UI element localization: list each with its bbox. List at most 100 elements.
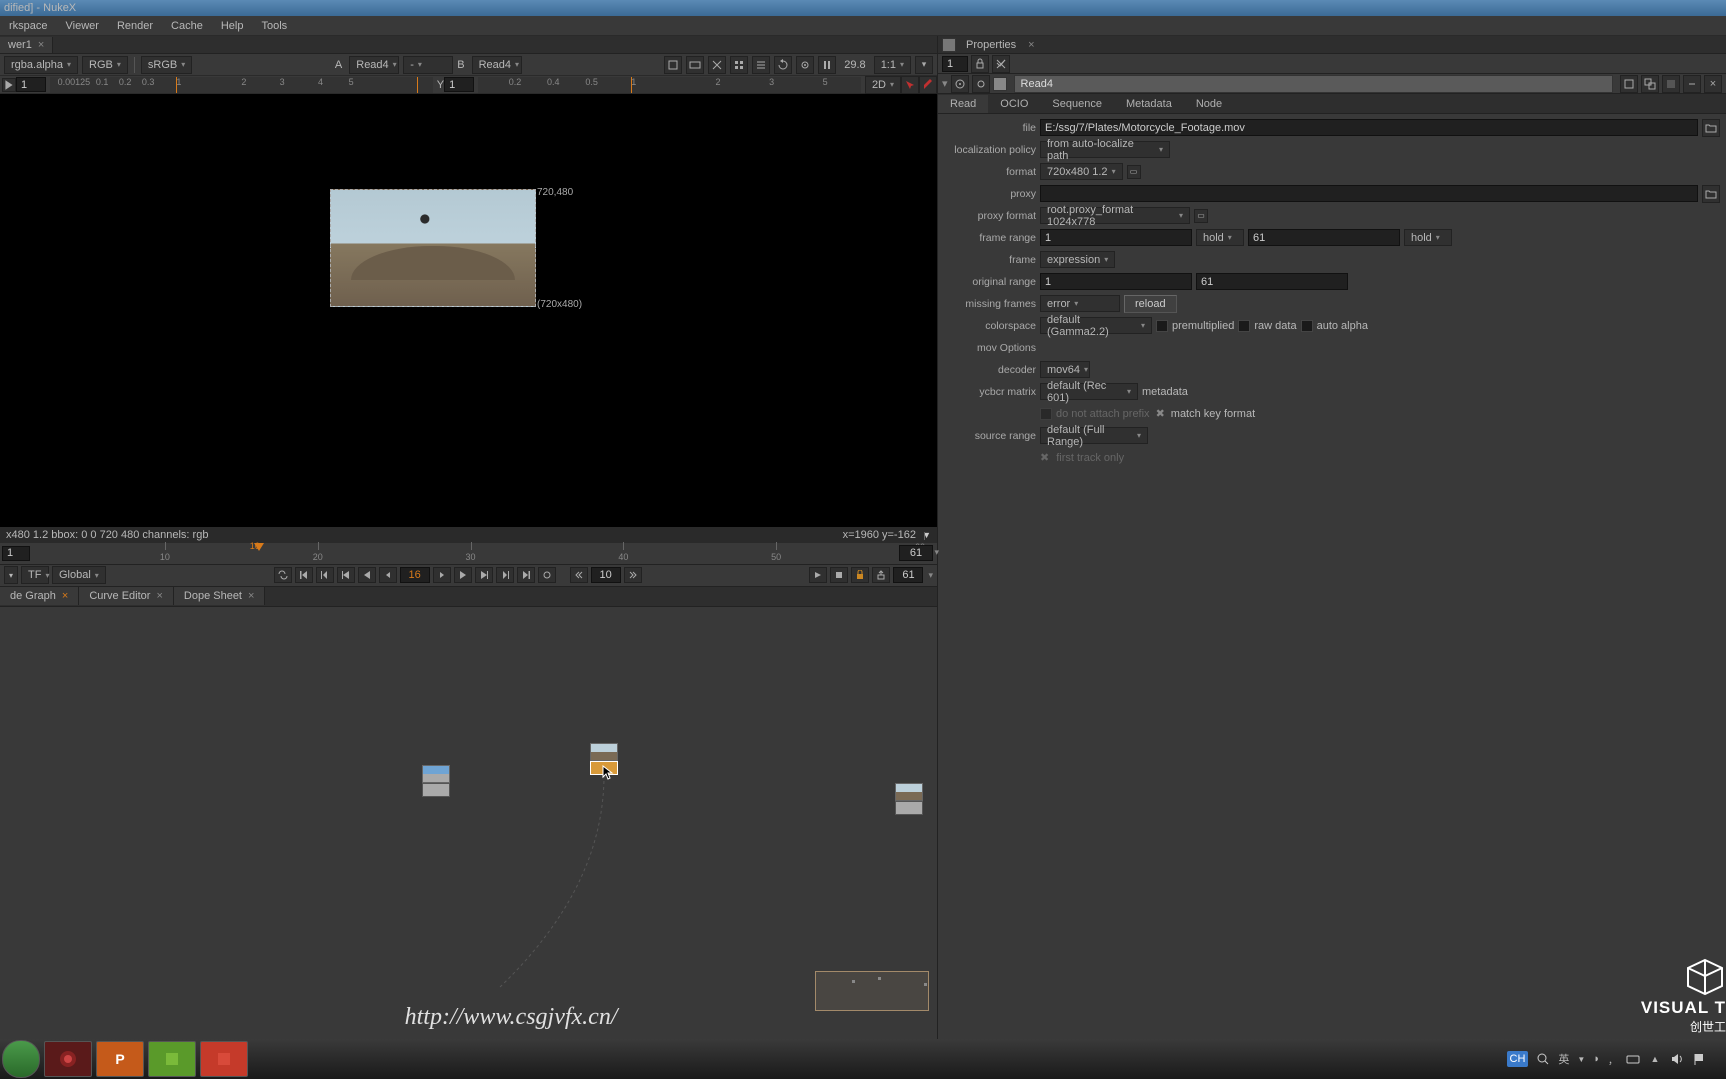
tab-curve-editor[interactable]: Curve Editor× xyxy=(79,587,174,605)
close-icon[interactable]: × xyxy=(38,39,44,51)
global-select[interactable]: Global▾ xyxy=(52,566,106,584)
ime-lang[interactable]: 英 xyxy=(1558,1051,1569,1067)
frame-last-field[interactable] xyxy=(1248,229,1400,246)
tray-blank-icon[interactable] xyxy=(1714,1052,1718,1066)
tab-ocio[interactable]: OCIO xyxy=(988,95,1040,113)
magnifier-icon[interactable] xyxy=(1536,1052,1550,1066)
proxy-format-select[interactable]: root.proxy_format 1024x778▾ xyxy=(1040,207,1190,224)
file-browse-button[interactable] xyxy=(1702,119,1720,137)
task-app-3[interactable] xyxy=(148,1041,196,1077)
menu-viewer[interactable]: Viewer xyxy=(57,17,108,35)
ime-arrow-icon[interactable]: ▼ xyxy=(1577,1055,1585,1064)
close-icon[interactable]: × xyxy=(62,590,68,602)
timeline-menu-icon[interactable]: ▾ xyxy=(934,547,939,558)
lines-button[interactable] xyxy=(752,56,770,74)
play-back-button[interactable] xyxy=(358,567,376,583)
premult-checkbox[interactable] xyxy=(1156,320,1168,332)
flag-icon[interactable] xyxy=(1692,1052,1706,1066)
next-key-button[interactable] xyxy=(496,567,514,583)
step-fwd-button[interactable] xyxy=(475,567,493,583)
lut-select[interactable]: sRGB▾ xyxy=(141,56,192,74)
orig-last-field[interactable] xyxy=(1196,273,1348,290)
roi-button[interactable] xyxy=(730,56,748,74)
skip-back-button[interactable] xyxy=(570,567,588,583)
step-field[interactable]: 10 xyxy=(591,567,621,583)
gamma-ruler[interactable]: 0.2 0.4 0.5 1 2 3 5 xyxy=(478,77,861,93)
node-btn-4[interactable] xyxy=(1683,75,1701,93)
loop-button[interactable] xyxy=(274,567,292,583)
decoder-select[interactable]: mov64▾ xyxy=(1040,361,1090,378)
pointer-button[interactable] xyxy=(901,76,919,94)
record-button[interactable] xyxy=(809,567,827,583)
tab-sequence[interactable]: Sequence xyxy=(1040,95,1114,113)
tab-metadata[interactable]: Metadata xyxy=(1114,95,1184,113)
clip-button[interactable] xyxy=(664,56,682,74)
close-icon[interactable]: × xyxy=(248,590,254,602)
clear-panels-button[interactable] xyxy=(992,55,1010,73)
localization-select[interactable]: from auto-localize path▾ xyxy=(1040,141,1170,158)
task-app-1[interactable] xyxy=(44,1041,92,1077)
timeline-ruler[interactable]: 10 20 30 40 50 60 61 16 xyxy=(34,543,933,564)
close-icon[interactable]: × xyxy=(1028,39,1034,51)
node-close-button[interactable]: × xyxy=(1704,75,1722,93)
channel-select[interactable]: rgba.alpha▾ xyxy=(4,56,78,74)
frame-fwd-button[interactable] xyxy=(433,567,451,583)
raw-checkbox[interactable] xyxy=(1238,320,1250,332)
y-input[interactable] xyxy=(444,77,474,92)
missing-frames-select[interactable]: error▾ xyxy=(1040,295,1120,312)
node-btn-2[interactable] xyxy=(1641,75,1659,93)
proxy-browse-button[interactable] xyxy=(1702,185,1720,203)
frame-first-field[interactable] xyxy=(1040,229,1192,246)
out-frame-field[interactable]: 61 xyxy=(893,567,923,583)
windows-taskbar[interactable]: P CH 英 ▼ ◗ ， ▲ xyxy=(0,1039,1726,1079)
last-frame-button[interactable] xyxy=(517,567,535,583)
start-button[interactable] xyxy=(2,1040,40,1078)
pencil-button[interactable] xyxy=(919,76,937,94)
keyboard-icon[interactable] xyxy=(1626,1052,1640,1066)
frame-last-mode[interactable]: hold▾ xyxy=(1404,229,1452,246)
skip-fwd-button[interactable] xyxy=(624,567,642,583)
gain-ruler[interactable]: 0.00125 0.1 0.2 0.3 1 2 3 4 5 xyxy=(50,77,433,93)
viewer-menu-button[interactable]: ▾ xyxy=(915,56,933,74)
out-frame-display[interactable]: 61 xyxy=(899,545,933,561)
node-graph-minimap[interactable] xyxy=(815,971,929,1011)
viewer-tab[interactable]: wer1 × xyxy=(0,37,53,53)
colorspace-select[interactable]: RGB▾ xyxy=(82,56,128,74)
format-select[interactable]: 720x480 1.2▾ xyxy=(1040,163,1123,180)
refresh-button[interactable] xyxy=(774,56,792,74)
ime-ch[interactable]: CH xyxy=(1507,1051,1529,1067)
in-frame-input[interactable] xyxy=(2,546,30,561)
reload-button[interactable]: reload xyxy=(1124,295,1177,313)
playback-menu-icon[interactable]: ▾ xyxy=(928,570,933,581)
play-fwd-button[interactable] xyxy=(454,567,472,583)
node-name-field[interactable] xyxy=(1014,75,1613,93)
prefix-checkbox[interactable] xyxy=(1040,408,1052,420)
lock-panel-button[interactable] xyxy=(971,55,989,73)
menu-tools[interactable]: Tools xyxy=(252,17,296,35)
center-node-button[interactable] xyxy=(951,75,969,93)
file-field[interactable] xyxy=(1040,119,1698,136)
task-app-4[interactable] xyxy=(200,1041,248,1077)
step-back-button[interactable] xyxy=(337,567,355,583)
frame-first-mode[interactable]: hold▾ xyxy=(1196,229,1244,246)
wipe-select[interactable]: -▾ xyxy=(403,56,453,74)
read-node-3[interactable] xyxy=(895,783,925,815)
collapse-icon[interactable]: ▾ xyxy=(942,77,948,90)
frame-back-button[interactable] xyxy=(379,567,397,583)
ycbcr-select[interactable]: default (Rec 601)▾ xyxy=(1040,383,1138,400)
colorspace-select[interactable]: default (Gamma2.2)▾ xyxy=(1040,317,1152,334)
timeline[interactable]: 10 20 30 40 50 60 61 16 61 ▾ xyxy=(0,543,937,565)
playback-menu-button[interactable]: ▾ xyxy=(4,566,18,584)
tab-dope-sheet[interactable]: Dope Sheet× xyxy=(174,587,266,605)
tf-select[interactable]: TF▾ xyxy=(21,566,49,584)
menu-help[interactable]: Help xyxy=(212,17,253,35)
stop-button[interactable] xyxy=(538,567,556,583)
panel-menu-icon[interactable] xyxy=(942,38,956,52)
orig-first-field[interactable] xyxy=(1040,273,1192,290)
tab-node[interactable]: Node xyxy=(1184,95,1234,113)
volume-icon[interactable] xyxy=(1670,1052,1684,1066)
proxy-button[interactable] xyxy=(708,56,726,74)
proxy-format-more-button[interactable]: ▭ xyxy=(1194,209,1208,223)
node-graph[interactable]: http://www.csgjvfx.cn/ xyxy=(0,607,937,1040)
frame-mode-select[interactable]: expression▾ xyxy=(1040,251,1115,268)
